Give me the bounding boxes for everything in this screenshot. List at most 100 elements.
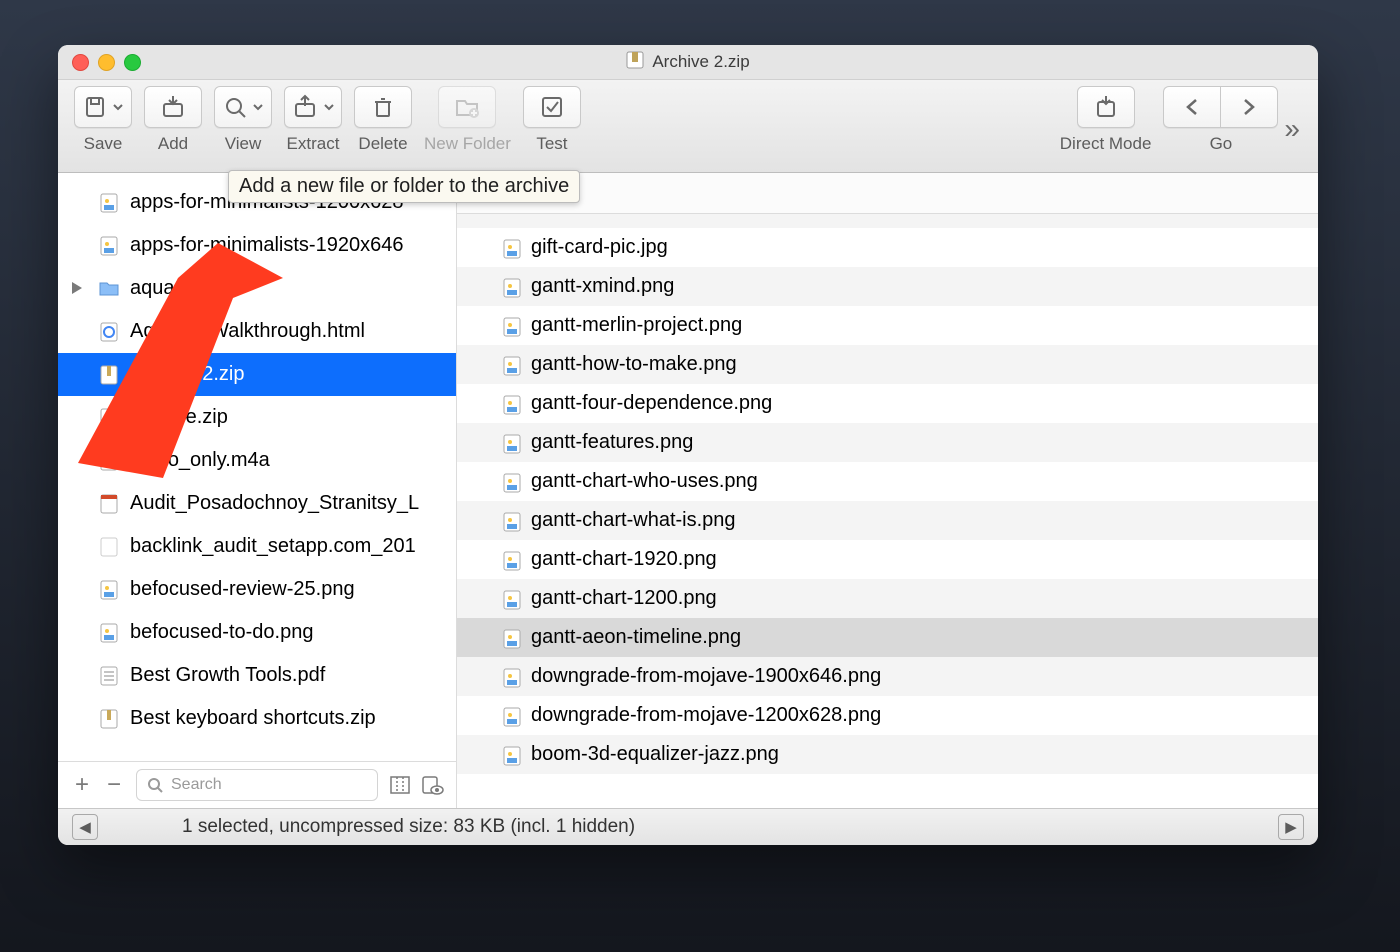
column-header[interactable]: Name [457,173,1318,214]
sidebar-item[interactable]: Best Growth Tools.pdf [58,654,456,697]
sidebar-item[interactable]: Archive.zip [58,396,456,439]
toolbar: Save Add View Extract [58,80,1318,173]
search-placeholder: Search [171,776,222,794]
file-icon [503,473,521,491]
go-label: Go [1210,134,1233,154]
file-icon [503,590,521,608]
file-row[interactable]: gantt-how-to-make.png [457,345,1318,384]
save-icon [83,95,107,119]
file-name: boom-3d-equalizer-jazz.png [531,743,779,766]
file-name: gantt-chart-who-uses.png [531,470,758,493]
sidebar-item-label: Archive 2.zip [130,363,245,386]
sidebar-item-label: backlink_audit_setapp.com_201 [130,535,416,558]
direct-mode-icon [1093,94,1119,120]
magnifier-icon [223,95,247,119]
sidebar-item[interactable]: backlink_audit_setapp.com_201 [58,525,456,568]
tooltip: Add a new file or folder to the archive [228,170,580,203]
columns-button[interactable] [384,770,416,800]
extract-label: Extract [287,134,340,154]
file-row[interactable]: gift-card-pic.jpg [457,228,1318,267]
file-icon [98,192,120,214]
file-row[interactable]: downgrade-from-mojave-1200x628.png [457,696,1318,735]
file-icon [98,665,120,687]
status-text: 1 selected, uncompressed size: 83 KB (in… [182,816,1274,838]
sidebar-remove-button[interactable]: − [98,770,130,800]
delete-button[interactable] [354,86,412,128]
file-row[interactable]: gantt-aeon-timeline.png [457,618,1318,657]
go-forward-button[interactable] [1220,86,1278,128]
extract-tool: Extract [284,86,342,154]
file-icon [503,707,521,725]
sidebar-item[interactable]: befocused-review-25.png [58,568,456,611]
add-button[interactable] [144,86,202,128]
sidebar-add-button[interactable]: + [66,770,98,800]
direct-mode-label: Direct Mode [1060,134,1152,154]
file-row[interactable]: gantt-xmind.png [457,267,1318,306]
file-icon [503,395,521,413]
sidebar-item[interactable]: Best keyboard shortcuts.zip [58,697,456,740]
file-row[interactable]: gantt-chart-1200.png [457,579,1318,618]
sidebar-item-label: Best keyboard shortcuts.zip [130,707,376,730]
search-input[interactable]: Search [136,769,378,801]
file-list[interactable]: gift-card-pic.jpg gantt-xmind.png gantt-me… [457,214,1318,808]
file-name: gantt-chart-1200.png [531,587,717,610]
titlebar: Archive 2.zip [58,45,1318,80]
file-row[interactable]: downgrade-from-mojave-1900x646.png [457,657,1318,696]
app-window: Archive 2.zip Save Add View [58,45,1318,845]
file-row[interactable]: gantt-chart-what-is.png [457,501,1318,540]
file-icon [98,450,120,472]
add-icon [160,94,186,120]
add-tool: Add [144,86,202,154]
new-folder-button[interactable] [438,86,496,128]
sidebar-item[interactable]: AquareloWalkthrough.html [58,310,456,353]
file-icon [98,364,120,386]
file-row[interactable]: gantt-merlin-project.png [457,306,1318,345]
direct-mode-tool: Direct Mode [1060,86,1152,154]
file-icon [98,579,120,601]
file-row[interactable]: gantt-features.png [457,423,1318,462]
sidebar-item-label: Audit_Posadochnoy_Stranitsy_L [130,492,419,515]
file-name: gantt-merlin-project.png [531,314,742,337]
sidebar-item[interactable]: Archive 2.zip [58,353,456,396]
sidebar-item-label: befocused-to-do.png [130,621,313,644]
extract-button[interactable] [284,86,342,128]
save-button[interactable] [74,86,132,128]
chevron-down-icon [113,102,123,112]
file-icon [98,622,120,644]
file-row[interactable]: gantt-chart-who-uses.png [457,462,1318,501]
checkmark-icon [540,95,564,119]
file-name: gantt-xmind.png [531,275,674,298]
go-tool: Go [1163,86,1278,154]
direct-mode-button[interactable] [1077,86,1135,128]
scroll-right-button[interactable]: ▶ [1278,814,1304,840]
file-name: gantt-features.png [531,431,693,454]
file-row[interactable]: boom-3d-equalizer-jazz.png [457,735,1318,774]
scroll-left-button[interactable]: ◀ [72,814,98,840]
sidebar-item-label: audio_only.m4a [130,449,270,472]
file-icon [98,235,120,257]
sidebar-item[interactable]: Audit_Posadochnoy_Stranitsy_L [58,482,456,525]
sidebar-item[interactable]: befocused-to-do.png [58,611,456,654]
file-icon [503,317,521,335]
toolbar-overflow-button[interactable]: » [1284,113,1300,145]
test-button[interactable] [523,86,581,128]
file-name: downgrade-from-mojave-1200x628.png [531,704,881,727]
sidebar-item-label: Best Growth Tools.pdf [130,664,325,687]
sidebar-item[interactable]: aquarello [58,267,456,310]
sidebar-list[interactable]: apps-for-minimalists-1200x628apps-for-mi… [58,181,456,761]
file-icon [98,536,120,558]
view-button[interactable] [214,86,272,128]
view-label: View [225,134,262,154]
quick-look-button[interactable] [416,770,448,800]
file-row[interactable]: gantt-chart-1920.png [457,540,1318,579]
sidebar-item[interactable]: audio_only.m4a [58,439,456,482]
go-back-button[interactable] [1163,86,1220,128]
file-name: gift-card-pic.jpg [531,236,668,259]
file-row[interactable]: gantt-four-dependence.png [457,384,1318,423]
file-icon [503,512,521,530]
view-tool: View [214,86,272,154]
file-icon [503,551,521,569]
content-area: apps-for-minimalists-1200x628apps-for-mi… [58,173,1318,808]
sidebar-item[interactable]: apps-for-minimalists-1920x646 [58,224,456,267]
disclosure-triangle-icon[interactable] [72,277,82,300]
